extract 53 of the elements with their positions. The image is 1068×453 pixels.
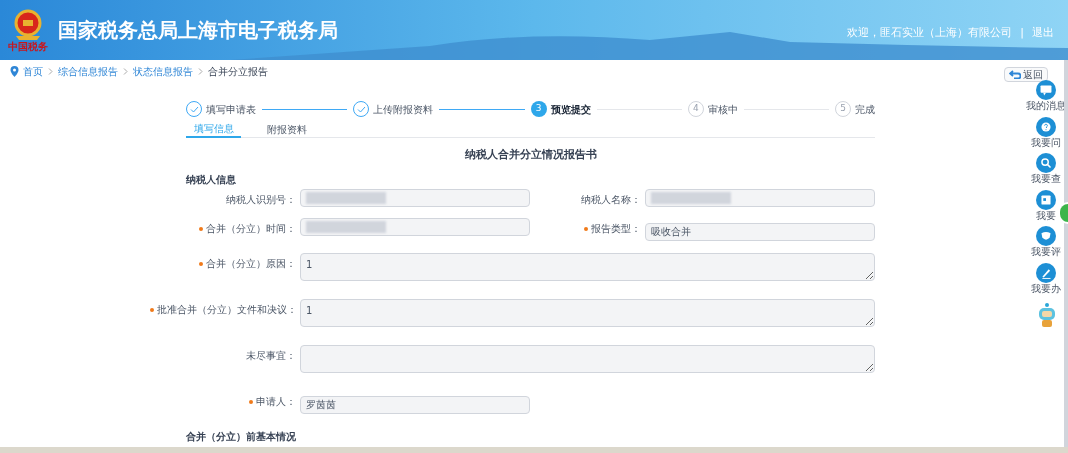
text-area[interactable]: 1 bbox=[300, 298, 875, 327]
input-field[interactable]: 罗茵茵 bbox=[300, 395, 530, 414]
robot-icon[interactable] bbox=[1036, 302, 1058, 328]
site-title: 国家税务总局上海市电子税务局 bbox=[58, 17, 338, 44]
step-label: 填写申请表 bbox=[206, 102, 256, 117]
section-title: 合并（分立）前基本情况 bbox=[186, 429, 297, 444]
form-tab[interactable]: 附报资料 bbox=[259, 120, 314, 138]
field-label: 纳税人名称： bbox=[580, 192, 642, 207]
breadcrumb-link[interactable]: 首页 bbox=[23, 63, 43, 79]
return-arrow-icon bbox=[1009, 69, 1021, 79]
field-label: 纳税人识别号： bbox=[225, 192, 297, 207]
input-field[interactable] bbox=[645, 188, 875, 207]
chevron-icon bbox=[48, 67, 53, 75]
step-label: 上传附报资料 bbox=[373, 102, 434, 117]
text-area[interactable] bbox=[300, 344, 875, 373]
section-title: 纳税人信息 bbox=[186, 172, 237, 187]
step-number: 3 bbox=[530, 101, 547, 117]
calendar-icon bbox=[1036, 189, 1056, 210]
chat-icon bbox=[1036, 80, 1056, 100]
side-tool-button[interactable]: 我要办 bbox=[1031, 262, 1061, 295]
input-field[interactable] bbox=[300, 188, 530, 207]
field-label: 报告类型： bbox=[530, 217, 645, 236]
floating-badge[interactable] bbox=[1058, 202, 1068, 224]
logo-text: 中国税务 bbox=[8, 42, 48, 52]
side-tool-button[interactable]: 我要评 bbox=[1031, 226, 1061, 259]
side-tool-button[interactable]: 我要 bbox=[1036, 189, 1056, 222]
input-field[interactable]: 吸收合并 bbox=[645, 222, 875, 241]
side-tool-button[interactable]: 我要查 bbox=[1031, 153, 1061, 186]
breadcrumb-link[interactable]: 状态信息报告 bbox=[133, 63, 193, 79]
step-label: 审核中 bbox=[707, 102, 738, 117]
question-icon bbox=[1036, 116, 1056, 137]
side-tool-button[interactable]: 我要问 bbox=[1031, 116, 1061, 149]
text-area[interactable]: 1 bbox=[300, 252, 875, 281]
step-label: 预览提交 bbox=[550, 102, 591, 117]
field-label: 合并（分立）时间： bbox=[150, 217, 300, 236]
welcome-text: 欢迎，匪石实业（上海）有限公司 bbox=[847, 24, 1013, 41]
back-button[interactable]: 返回 bbox=[1004, 66, 1048, 82]
field-label: 申请人： bbox=[150, 390, 300, 409]
chevron-icon bbox=[123, 67, 128, 75]
pencil-icon bbox=[1036, 262, 1056, 283]
field-label: 合并（分立）原因： bbox=[150, 252, 300, 271]
breadcrumb-link[interactable]: 综合信息报告 bbox=[58, 63, 118, 79]
step-label: 完成 bbox=[855, 102, 875, 117]
search-icon bbox=[1036, 153, 1056, 173]
input-field[interactable] bbox=[300, 217, 530, 236]
form-title: 纳税人合并分立情况报告书 bbox=[463, 147, 598, 163]
location-pin-icon bbox=[10, 65, 19, 77]
separator: | bbox=[1020, 24, 1024, 41]
chevron-icon bbox=[198, 67, 203, 75]
breadcrumb-current: 合并分立报告 bbox=[208, 64, 268, 79]
field-label: 批准合并（分立）文件和决议： bbox=[150, 298, 300, 317]
shield-icon bbox=[1036, 226, 1056, 246]
field-label: 未尽事宜： bbox=[245, 348, 297, 363]
